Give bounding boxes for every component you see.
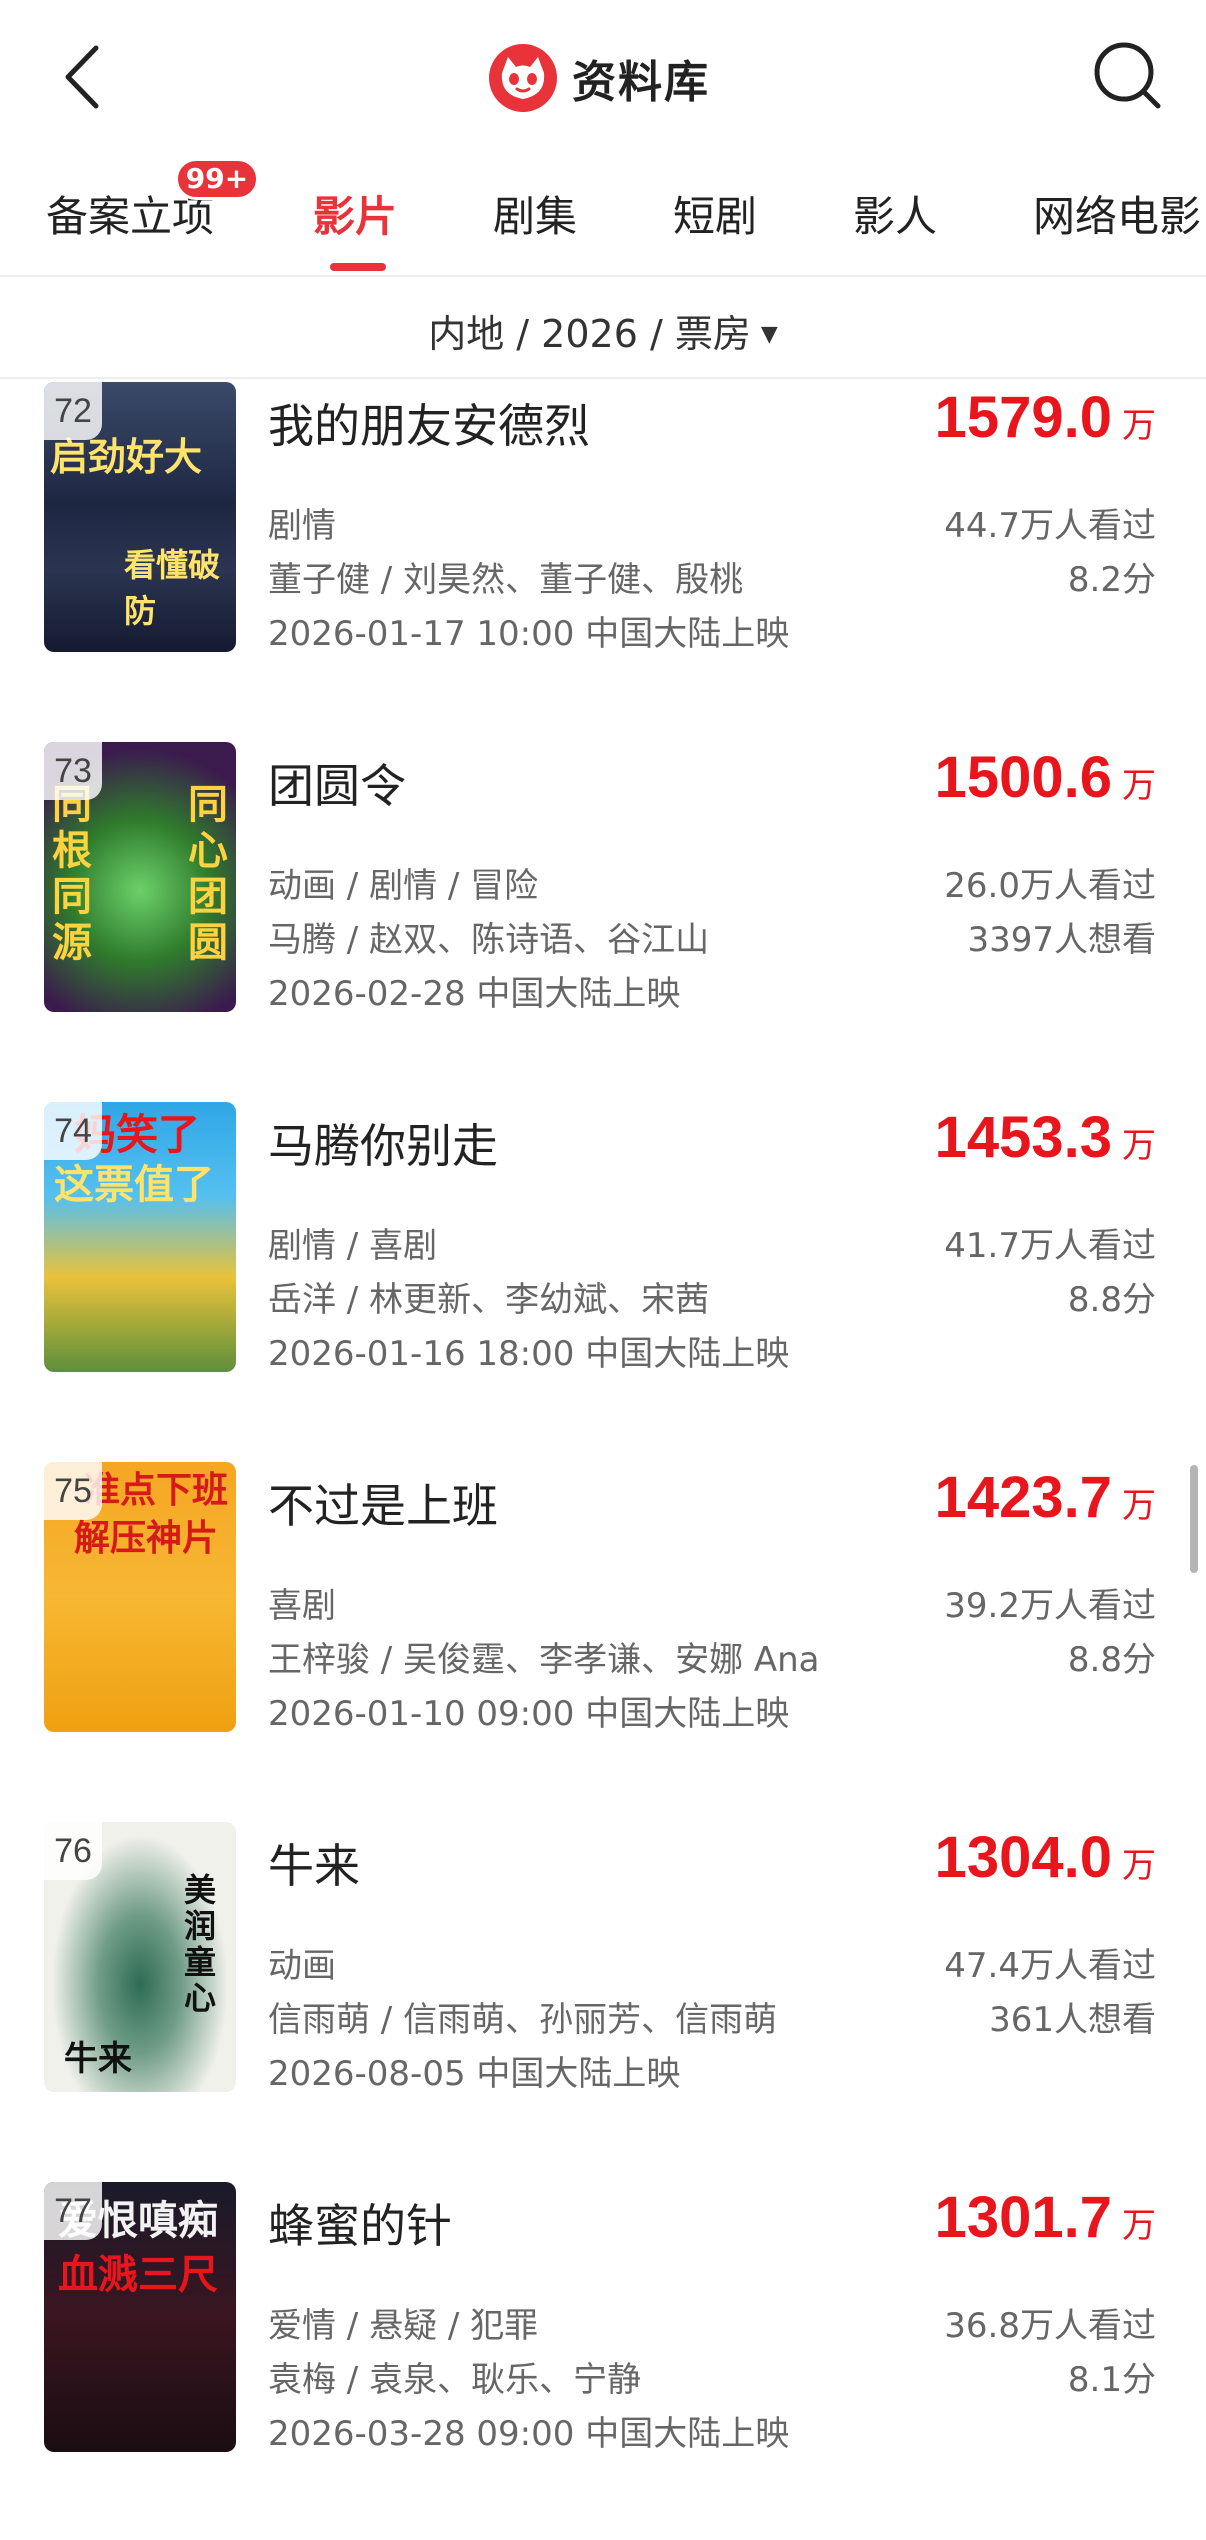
genre: 动画 / 剧情 / 冒险 — [268, 866, 539, 906]
poster-text: 美润童心 — [184, 1871, 217, 2017]
poster-text: 启劲好大 — [50, 435, 203, 479]
back-arrow-icon[interactable] — [58, 42, 108, 112]
watched-count: 36.8万人看过 — [944, 2306, 1156, 2346]
active-tab-indicator — [330, 263, 386, 271]
poster-text: 准点下班 — [84, 1470, 229, 1511]
poster-text: 同根同源 — [52, 782, 92, 966]
box-office: 1423.7 万 — [934, 1465, 1156, 1530]
filter-label: 内地 / 2026 / 票房 — [428, 312, 751, 356]
watched-count: 41.7万人看过 — [944, 1226, 1156, 1266]
poster-text: 看懂破防 — [124, 546, 221, 630]
watched-count: 26.0万人看过 — [944, 866, 1156, 906]
movie-title: 团圆令 — [268, 759, 406, 813]
list-item[interactable]: 妈笑了 这票值了 74 马腾你别走 1453.3 万 剧情 / 喜剧 岳洋 / 林… — [0, 1100, 1206, 1460]
movie-poster: 准点下班 解压神片 75 — [44, 1462, 236, 1732]
title-group: 资料库 — [488, 42, 710, 114]
tab-short-drama[interactable]: 短剧 — [673, 183, 757, 244]
poster-text: 解压神片 — [74, 1518, 219, 1559]
poster-text: 牛来 — [64, 2039, 132, 2079]
movie-poster: 爱恨嗔痴 血溅三尺 77 — [44, 2182, 236, 2452]
watched-count: 47.4万人看过 — [944, 1946, 1156, 1986]
credits: 马腾 / 赵双、陈诗语、谷江山 — [268, 920, 710, 960]
movie-poster: 美润童心 牛来 76 — [44, 1822, 236, 2092]
box-office: 1301.7 万 — [934, 2185, 1156, 2250]
movie-title: 牛来 — [268, 1839, 360, 1893]
rank-badge: 73 — [44, 742, 102, 800]
list-item[interactable]: 美润童心 牛来 76 牛来 1304.0 万 动画 信雨萌 / 信雨萌、孙丽芳、信… — [0, 1820, 1206, 2180]
filter-bar[interactable]: 内地 / 2026 / 票房 ▼ — [0, 277, 1206, 379]
box-office: 1579.0 万 — [934, 385, 1156, 450]
tab-series[interactable]: 剧集 — [493, 183, 577, 244]
genre: 爱情 / 悬疑 / 犯罪 — [268, 2306, 539, 2346]
credits: 岳洋 / 林更新、李幼斌、宋茜 — [268, 1280, 710, 1320]
list-item[interactable]: 同根同源 同心团圆 73 团圆令 1500.6 万 动画 / 剧情 / 冒险 马腾… — [0, 740, 1206, 1100]
page-title: 资料库 — [572, 57, 710, 108]
release-date: 2026-03-28 09:00 中国大陆上映 — [268, 2414, 790, 2454]
cat-eye-logo-icon — [489, 44, 557, 112]
movie-poster: 启劲好大 看懂破防 72 — [44, 382, 236, 652]
scrollbar[interactable] — [1190, 1465, 1198, 1573]
box-office: 1453.3 万 — [934, 1105, 1156, 1170]
list-item[interactable]: 准点下班 解压神片 75 不过是上班 1423.7 万 喜剧 王梓骏 / 吴俊霆、… — [0, 1460, 1206, 1820]
genre: 剧情 — [268, 506, 336, 546]
notification-badge: 99+ — [175, 158, 259, 200]
score: 8.2分 — [1067, 560, 1156, 600]
rank-badge: 77 — [44, 2182, 102, 2240]
caret-down-icon: ▼ — [760, 322, 778, 347]
movie-title: 不过是上班 — [268, 1479, 498, 1533]
watched-count: 44.7万人看过 — [944, 506, 1156, 546]
movie-title: 蜂蜜的针 — [268, 2199, 452, 2253]
genre: 剧情 / 喜剧 — [268, 1226, 438, 1266]
movie-poster: 妈笑了 这票值了 74 — [44, 1102, 236, 1372]
poster-text: 同心团圆 — [188, 782, 228, 966]
tab-people[interactable]: 影人 — [853, 183, 937, 244]
movie-title: 我的朋友安德烈 — [268, 399, 590, 453]
poster-text: 血溅三尺 — [58, 2252, 218, 2298]
rank-badge: 74 — [44, 1102, 102, 1160]
movie-title: 马腾你别走 — [268, 1119, 498, 1173]
list-item[interactable]: 启劲好大 看懂破防 72 我的朋友安德烈 1579.0 万 剧情 董子健 / 刘昊… — [0, 380, 1206, 740]
credits: 信雨萌 / 信雨萌、孙丽芳、信雨萌 — [268, 2000, 778, 2040]
genre: 喜剧 — [268, 1586, 336, 1626]
watched-count: 39.2万人看过 — [944, 1586, 1156, 1626]
tab-films[interactable]: 影片 — [313, 183, 397, 244]
release-date: 2026-02-28 中国大陆上映 — [268, 974, 681, 1014]
rank-badge: 76 — [44, 1822, 102, 1880]
tab-web-movies[interactable]: 网络电影 — [1033, 183, 1201, 244]
release-date: 2026-08-05 中国大陆上映 — [268, 2054, 681, 2094]
want-to-watch: 3397人想看 — [967, 920, 1156, 960]
release-date: 2026-01-16 18:00 中国大陆上映 — [268, 1334, 790, 1374]
score: 8.1分 — [1067, 2360, 1156, 2400]
credits: 袁梅 / 袁泉、耿乐、宁静 — [268, 2360, 642, 2400]
top-bar: 资料库 — [0, 0, 1206, 155]
box-office: 1500.6 万 — [934, 745, 1156, 810]
movie-poster: 同根同源 同心团圆 73 — [44, 742, 236, 1012]
rank-badge: 75 — [44, 1462, 102, 1520]
poster-text: 这票值了 — [54, 1162, 214, 1208]
score: 8.8分 — [1067, 1280, 1156, 1320]
want-to-watch: 361人想看 — [989, 2000, 1156, 2040]
search-icon[interactable] — [1090, 38, 1166, 114]
credits: 董子健 / 刘昊然、董子健、殷桃 — [268, 560, 744, 600]
release-date: 2026-01-10 09:00 中国大陆上映 — [268, 1694, 790, 1734]
release-date: 2026-01-17 10:00 中国大陆上映 — [268, 614, 790, 654]
credits: 王梓骏 / 吴俊霆、李孝谦、安娜 Ana — [268, 1640, 820, 1680]
genre: 动画 — [268, 1946, 336, 1986]
list-item[interactable]: 爱恨嗔痴 血溅三尺 77 蜂蜜的针 1301.7 万 爱情 / 悬疑 / 犯罪 袁… — [0, 2180, 1206, 2540]
box-office: 1304.0 万 — [934, 1825, 1156, 1890]
score: 8.8分 — [1067, 1640, 1156, 1680]
filter-selector[interactable]: 内地 / 2026 / 票房 ▼ — [0, 303, 1206, 358]
rank-badge: 72 — [44, 382, 102, 440]
